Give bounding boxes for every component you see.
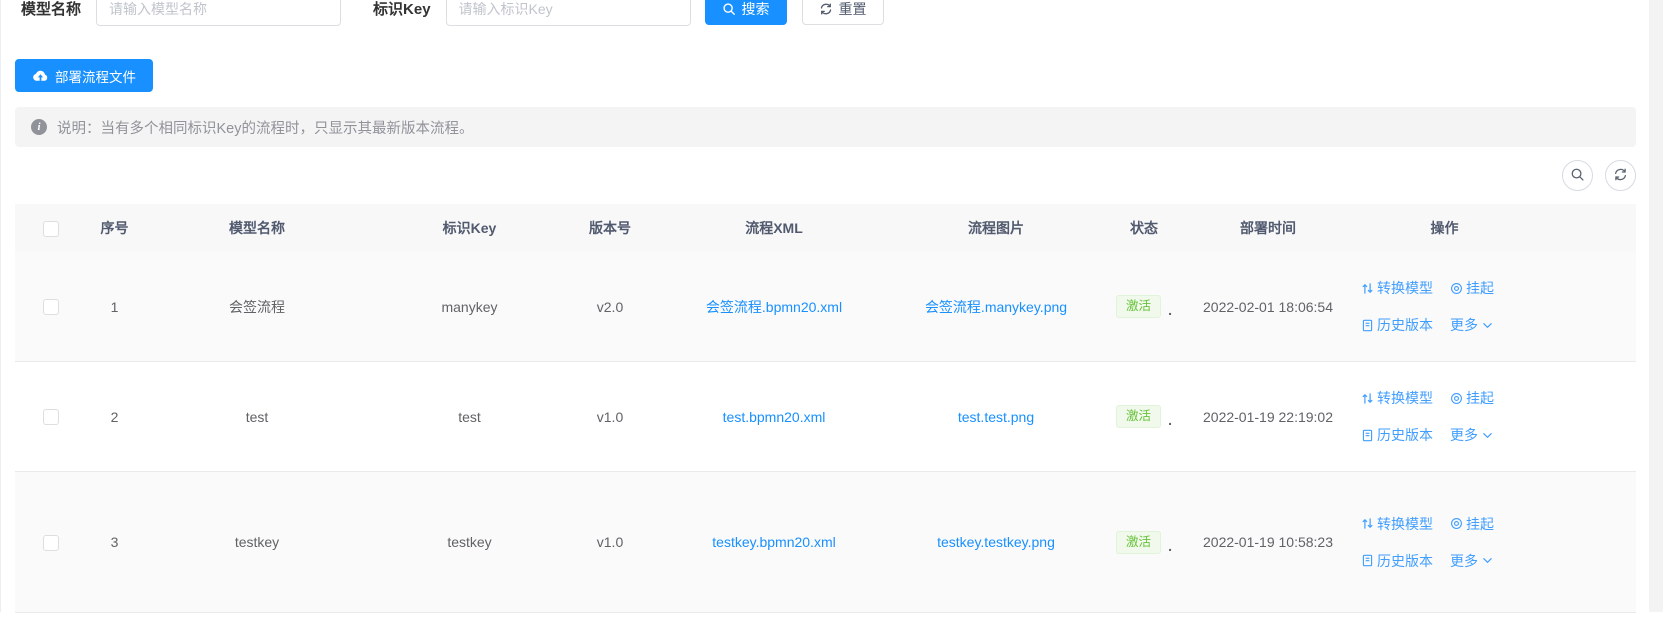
document-icon xyxy=(1361,554,1374,567)
row-no: 2 xyxy=(87,409,142,425)
up-down-arrows-icon xyxy=(1361,392,1374,405)
row-no: 1 xyxy=(87,299,142,315)
status-dot: . xyxy=(1168,538,1172,554)
convert-model-link[interactable]: 转换模型 xyxy=(1361,514,1433,534)
table-row: 2 test test v1.0 test.bpmn20.xml test.te… xyxy=(15,362,1636,472)
document-icon xyxy=(1361,429,1374,442)
suspend-link[interactable]: 挂起 xyxy=(1450,388,1494,408)
refresh-table-button[interactable] xyxy=(1605,160,1636,191)
process-xml-link[interactable]: test.bpmn20.xml xyxy=(723,409,826,425)
search-button-label: 搜索 xyxy=(742,0,770,19)
header-model-name: 模型名称 xyxy=(142,218,372,238)
status-badge: 激活 xyxy=(1116,531,1161,554)
model-name-label: 模型名称 xyxy=(21,0,81,19)
row-actions: 转换模型 挂起 历史版本 更多 xyxy=(1345,278,1636,335)
process-xml-link[interactable]: 会签流程.bpmn20.xml xyxy=(706,299,842,315)
header-actions: 操作 xyxy=(1345,218,1636,238)
row-key: test xyxy=(372,409,567,425)
table-row: 1 会签流程 manykey v2.0 会签流程.bpmn20.xml 会签流程… xyxy=(15,252,1636,362)
toggle-search-button[interactable] xyxy=(1562,160,1593,191)
convert-model-link[interactable]: 转换模型 xyxy=(1361,388,1433,408)
reset-button[interactable]: 重置 xyxy=(802,0,884,25)
deploy-time: 2022-02-01 18:06:54 xyxy=(1191,299,1345,315)
suspend-link[interactable]: 挂起 xyxy=(1450,514,1494,534)
deploy-time: 2022-01-19 10:58:23 xyxy=(1191,534,1345,550)
header-time: 部署时间 xyxy=(1191,218,1345,238)
convert-model-link[interactable]: 转换模型 xyxy=(1361,278,1433,298)
process-image-link[interactable]: test.test.png xyxy=(958,409,1034,425)
chevron-down-icon xyxy=(1482,430,1493,441)
history-version-link[interactable]: 历史版本 xyxy=(1361,315,1433,335)
key-input[interactable] xyxy=(446,0,691,26)
more-dropdown[interactable]: 更多 xyxy=(1450,425,1493,445)
more-dropdown[interactable]: 更多 xyxy=(1450,315,1493,335)
process-table: 序号 模型名称 标识Key 版本号 流程XML 流程图片 状态 部署时间 操作 … xyxy=(15,204,1636,613)
row-actions: 转换模型 挂起 历史版本 更多 xyxy=(1345,388,1636,445)
more-dropdown[interactable]: 更多 xyxy=(1450,551,1493,571)
chevron-down-icon xyxy=(1482,555,1493,566)
search-icon xyxy=(722,2,736,16)
header-key: 标识Key xyxy=(372,218,567,238)
magnifier-icon xyxy=(1570,167,1585,185)
table-toolbar xyxy=(15,160,1636,191)
row-version: v2.0 xyxy=(567,299,653,315)
row-model-name: testkey xyxy=(142,534,372,550)
key-label: 标识Key xyxy=(373,0,431,19)
search-button[interactable]: 搜索 xyxy=(705,0,787,25)
header-xml: 流程XML xyxy=(653,218,895,238)
process-image-link[interactable]: testkey.testkey.png xyxy=(937,534,1055,550)
refresh-icon xyxy=(1613,167,1628,185)
suspend-link[interactable]: 挂起 xyxy=(1450,278,1494,298)
up-down-arrows-icon xyxy=(1361,282,1374,295)
row-key: manykey xyxy=(372,299,567,315)
row-version: v1.0 xyxy=(567,409,653,425)
process-image-link[interactable]: 会签流程.manykey.png xyxy=(925,299,1067,315)
double-circle-icon xyxy=(1450,392,1463,405)
toolbar-left: 部署流程文件 xyxy=(15,59,1636,92)
info-alert-text: 说明：当有多个相同标识Key的流程时，只显示其最新版本流程。 xyxy=(57,117,473,138)
status-dot: . xyxy=(1168,302,1172,318)
status-dot: . xyxy=(1168,412,1172,428)
header-no: 序号 xyxy=(87,218,142,238)
process-xml-link[interactable]: testkey.bpmn20.xml xyxy=(712,534,835,550)
row-model-name: test xyxy=(142,409,372,425)
double-circle-icon xyxy=(1450,517,1463,530)
refresh-icon xyxy=(819,2,833,16)
info-icon: i xyxy=(31,119,47,135)
row-checkbox[interactable] xyxy=(43,299,59,315)
cloud-upload-icon xyxy=(32,69,49,83)
document-icon xyxy=(1361,319,1374,332)
vertical-scrollbar[interactable] xyxy=(1649,0,1663,612)
status-badge: 激活 xyxy=(1116,295,1161,318)
row-checkbox[interactable] xyxy=(43,535,59,551)
history-version-link[interactable]: 历史版本 xyxy=(1361,551,1433,571)
chevron-down-icon xyxy=(1482,320,1493,331)
table-row: 3 testkey testkey v1.0 testkey.bpmn20.xm… xyxy=(15,472,1636,613)
header-version: 版本号 xyxy=(567,218,653,238)
row-key: testkey xyxy=(372,534,567,550)
search-form: 模型名称 标识Key 搜索 重置 xyxy=(15,0,1636,26)
row-no: 3 xyxy=(87,534,142,550)
deploy-button-label: 部署流程文件 xyxy=(55,66,136,86)
double-circle-icon xyxy=(1450,282,1463,295)
row-model-name: 会签流程 xyxy=(142,297,372,317)
up-down-arrows-icon xyxy=(1361,517,1374,530)
row-actions: 转换模型 挂起 历史版本 更多 xyxy=(1345,514,1636,571)
table-header-row: 序号 模型名称 标识Key 版本号 流程XML 流程图片 状态 部署时间 操作 xyxy=(15,204,1636,252)
deploy-time: 2022-01-19 22:19:02 xyxy=(1191,409,1345,425)
reset-button-label: 重置 xyxy=(839,0,867,19)
info-alert: i 说明：当有多个相同标识Key的流程时，只显示其最新版本流程。 xyxy=(15,107,1636,147)
select-all-checkbox[interactable] xyxy=(43,221,59,237)
row-checkbox[interactable] xyxy=(43,409,59,425)
status-badge: 激活 xyxy=(1116,405,1161,428)
header-image: 流程图片 xyxy=(895,218,1097,238)
history-version-link[interactable]: 历史版本 xyxy=(1361,425,1433,445)
row-version: v1.0 xyxy=(567,534,653,550)
deploy-process-file-button[interactable]: 部署流程文件 xyxy=(15,59,153,92)
header-status: 状态 xyxy=(1097,218,1191,238)
model-name-input[interactable] xyxy=(96,0,341,26)
process-deployment-page: 模型名称 标识Key 搜索 重置 xyxy=(1,0,1650,613)
